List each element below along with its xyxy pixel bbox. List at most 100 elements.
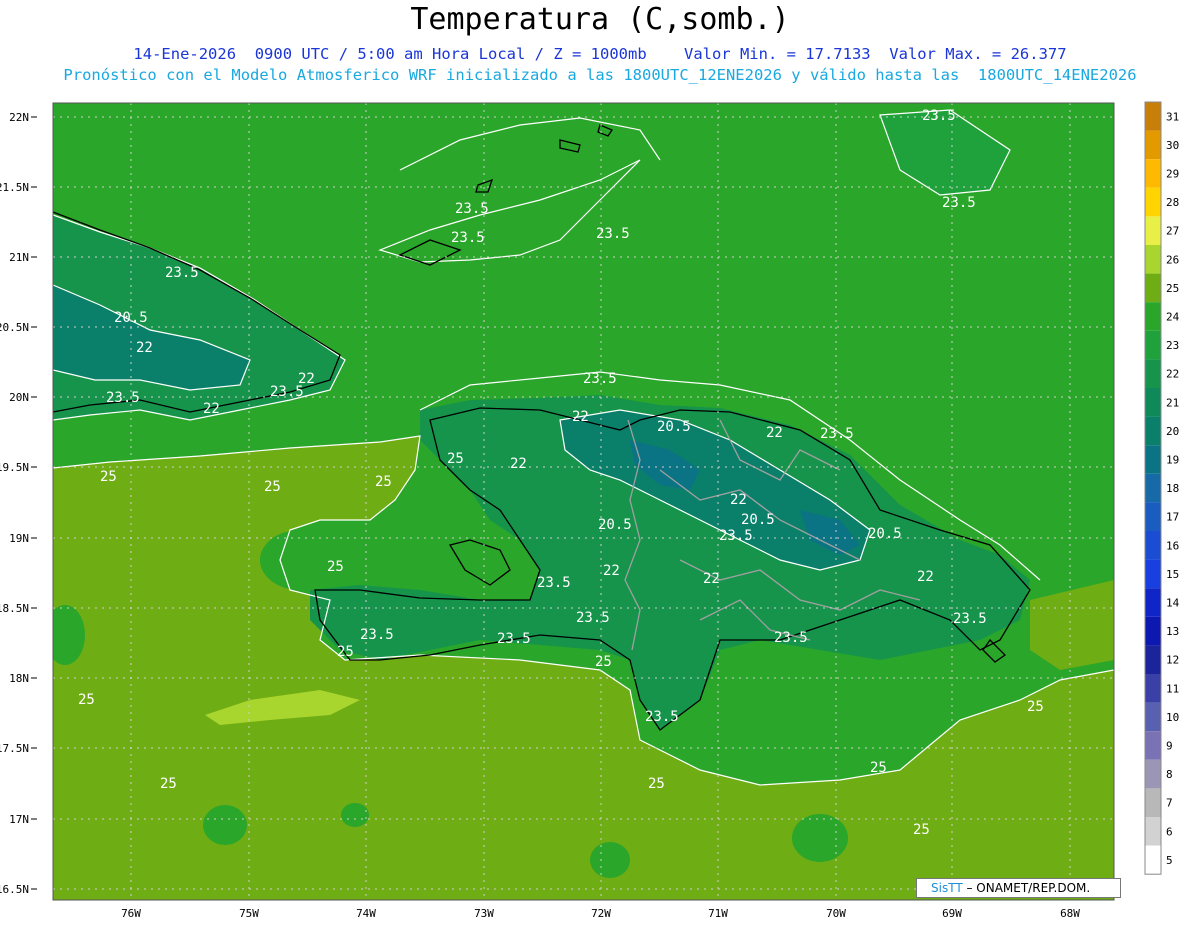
legend-label: 23 [1166,339,1179,352]
sistt-logo-text: SisTT [931,881,963,895]
lon-label: 70W [826,907,846,920]
color-legend: 31 30 29 28 27 26 25 24 23 22 21 20 19 18 17 16 15 14 13 12… [1144,101,1180,875]
contour-label: 20.5 [868,526,902,542]
warm-patch [590,842,630,878]
lon-label: 71W [708,907,728,920]
contour-label: 22 [510,456,527,472]
contour-label: 20.5 [598,517,632,533]
legend-swatch [1145,559,1161,589]
legend-swatch [1145,502,1161,531]
legend-label: 15 [1166,568,1179,581]
legend-swatch [1145,388,1161,417]
legend-swatch [1145,817,1161,846]
legend-label: 29 [1166,168,1179,181]
legend-swatch [1145,588,1161,617]
warm-patch [341,803,369,827]
legend-label: 7 [1166,797,1173,810]
contour-label: 22 [203,401,220,417]
legend-swatch [1145,759,1161,789]
credit-box: SisTT – ONAMET/REP.DOM. [916,878,1121,898]
contour-label: 25 [100,469,117,485]
contour-label: 23.5 [360,627,394,643]
lat-label: 19.5N [0,461,29,474]
legend-swatch [1145,245,1161,274]
lon-label: 68W [1060,907,1080,920]
contour-label: 23.5 [270,384,304,400]
lat-label: 21.5N [0,181,29,194]
legend-label: 8 [1166,768,1173,781]
legend-label: 9 [1166,740,1173,753]
lat-label: 19N [9,532,29,545]
legend-label: 14 [1166,597,1180,610]
contour-label: 25 [1027,699,1044,715]
contour-label: 23.5 [596,226,630,242]
legend-label: 25 [1166,282,1179,295]
legend-swatch [1145,216,1161,245]
lat-label: 17.5N [0,742,29,755]
lat-label: 16.5N [0,883,29,896]
contour-label: 20.5 [657,419,691,435]
contour-label: 23.5 [645,709,679,725]
lat-label: 17N [9,813,29,826]
legend-swatch [1145,702,1161,732]
contour-label: 22 [136,340,153,356]
contour-label: 25 [160,776,177,792]
legend-label: 26 [1166,253,1179,266]
contour-label: 23.5 [106,390,140,406]
contour-label: 25 [78,692,95,708]
legend-label: 19 [1166,454,1179,467]
legend-swatch [1145,187,1161,217]
contour-label: 25 [327,559,344,575]
legend-swatch [1145,445,1161,474]
legend-label: 27 [1166,225,1179,238]
contour-label: 25 [337,644,354,660]
contour-label: 22 [603,563,620,579]
legend-label: 30 [1166,139,1179,152]
legend-label: 31 [1166,110,1179,123]
contour-label: 22 [917,569,934,585]
lat-label: 21N [9,251,29,264]
legend-swatch [1145,674,1161,703]
contour-label: 22 [572,409,589,425]
contour-label: 23.5 [497,631,531,647]
contour-label: 25 [870,760,887,776]
contour-label: 22 [730,492,747,508]
lat-label: 18.5N [0,602,29,615]
legend-swatch [1145,273,1161,303]
legend-swatch [1145,645,1161,674]
legend-swatch [1145,845,1161,875]
credit-text: – ONAMET/REP.DOM. [962,881,1091,895]
legend-label: 18 [1166,482,1179,495]
contour-label: 23.5 [953,611,987,627]
contour-label: 22 [703,571,720,587]
lon-label: 73W [474,907,494,920]
longitude-labels: 76W 75W 74W 73W 72W 71W 70W 69W 68W [121,907,1080,920]
contour-label: 25 [648,776,665,792]
contour-label: 23.5 [942,195,976,211]
lon-label: 76W [121,907,141,920]
legend-label: 22 [1166,368,1179,381]
lon-label: 69W [942,907,962,920]
contour-label: 25 [447,451,464,467]
contour-label: 23.5 [451,230,485,246]
legend-label: 5 [1166,854,1173,867]
legend-swatch [1145,416,1161,446]
contour-label: 23.5 [820,426,854,442]
contour-label: 23.5 [583,371,617,387]
legend-label: 13 [1166,625,1179,638]
legend-label: 12 [1166,654,1179,667]
contour-label: 23.5 [774,630,808,646]
legend-swatch [1145,731,1161,760]
legend-label: 28 [1166,196,1179,209]
contour-label: 23.5 [719,528,753,544]
legend-label: 10 [1166,711,1179,724]
temperature-map: 23.5 23.5 23.5 23.5 23.5 20.5 22 23.5 22… [0,101,1180,920]
lat-label: 20N [9,391,29,404]
lon-label: 75W [239,907,259,920]
contour-label: 25 [375,474,392,490]
lat-ticks [31,116,37,890]
lat-label: 18N [9,672,29,685]
warm-patch [792,814,848,862]
contour-label: 22 [766,425,783,441]
contour-label: 25 [913,822,930,838]
